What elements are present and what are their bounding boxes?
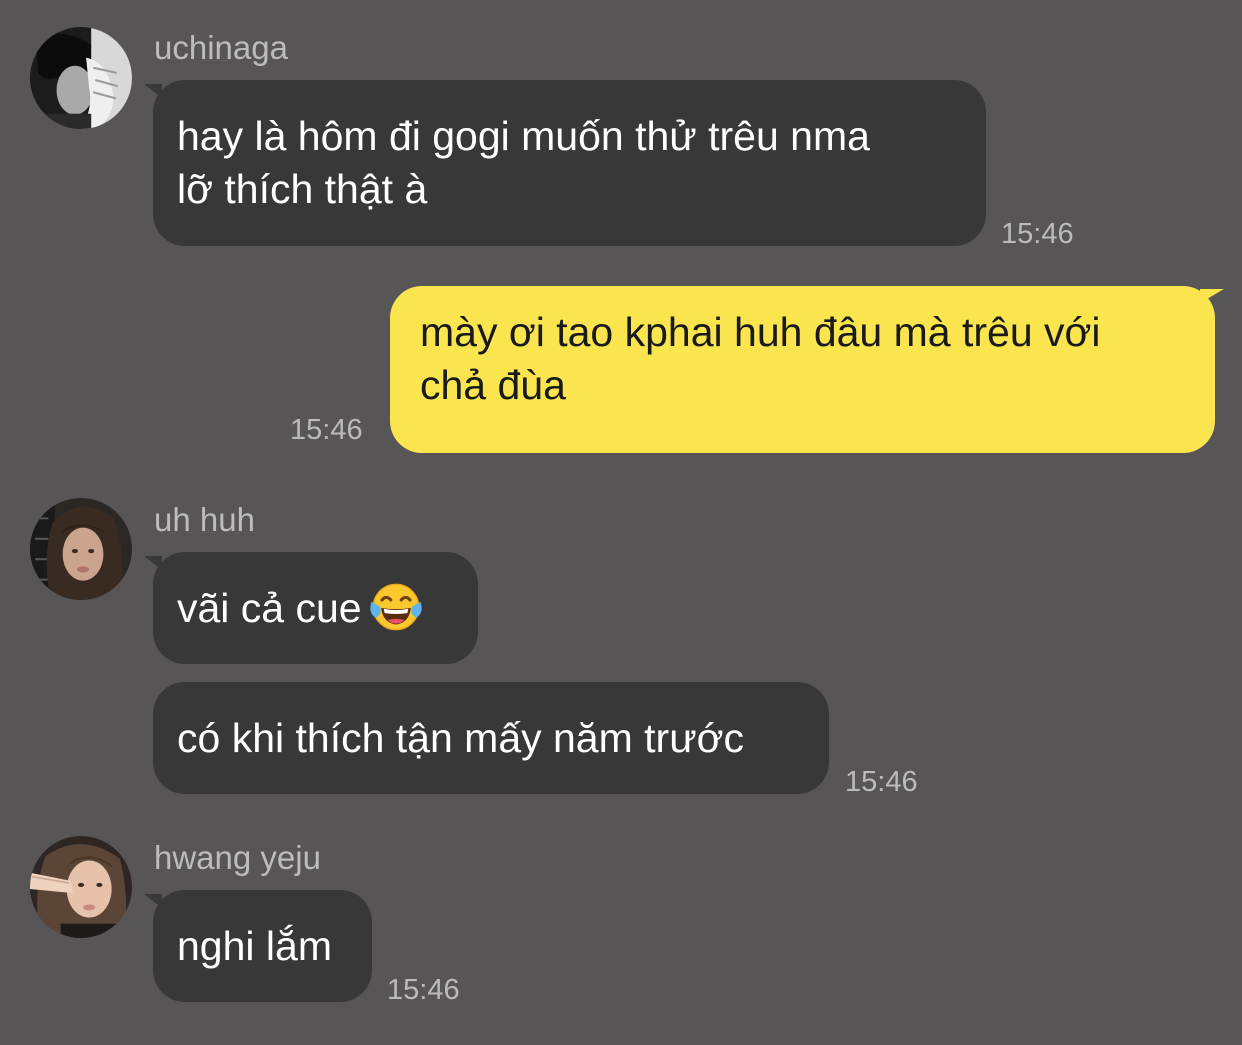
avatar-uchinaga-photo: [30, 27, 132, 129]
message-bubble-uchinaga[interactable]: hay là hôm đi gogi muốn thử trêu nma lỡ …: [153, 80, 986, 246]
message-line-2: chả đùa: [420, 362, 566, 408]
avatar-uh-huh-photo: [30, 498, 132, 600]
timestamp-hwang-yeju: 15:46: [387, 974, 460, 1006]
timestamp-uh-huh: 15:46: [845, 766, 918, 798]
message-bubble-uh-huh-1[interactable]: vãi cả cue: [153, 552, 478, 664]
message-text: nghi lắm: [177, 923, 332, 969]
message-text: có khi thích tận mấy năm trước: [177, 715, 745, 761]
avatar-hwang-yeju-photo: [30, 836, 132, 938]
timestamp-outgoing: 15:46: [290, 414, 363, 446]
sender-name-uh-huh: uh huh: [154, 501, 255, 538]
timestamp-uchinaga: 15:46: [1001, 218, 1074, 250]
message-bubble-outgoing[interactable]: mày ơi tao kphai huh đâu mà trêu với chả…: [390, 286, 1215, 453]
avatar-uh-huh[interactable]: [30, 498, 132, 600]
sender-name-uchinaga: uchinaga: [154, 29, 288, 66]
avatar-hwang-yeju[interactable]: [30, 836, 132, 938]
message-bubble-hwang-yeju[interactable]: nghi lắm: [153, 890, 372, 1002]
message-line-1: mày ơi tao kphai huh đâu mà trêu với: [420, 309, 1101, 355]
message-line-1: hay là hôm đi gogi muốn thử trêu nma: [177, 113, 870, 159]
avatar-uchinaga[interactable]: [30, 27, 132, 129]
message-text: vãi cả cue: [177, 585, 362, 631]
sender-name-hwang-yeju: hwang yeju: [154, 839, 321, 876]
face-with-tears-of-joy-icon: [369, 583, 422, 631]
message-line-2: lỡ thích thật à: [177, 166, 428, 212]
message-bubble-uh-huh-2[interactable]: có khi thích tận mấy năm trước: [153, 682, 829, 794]
